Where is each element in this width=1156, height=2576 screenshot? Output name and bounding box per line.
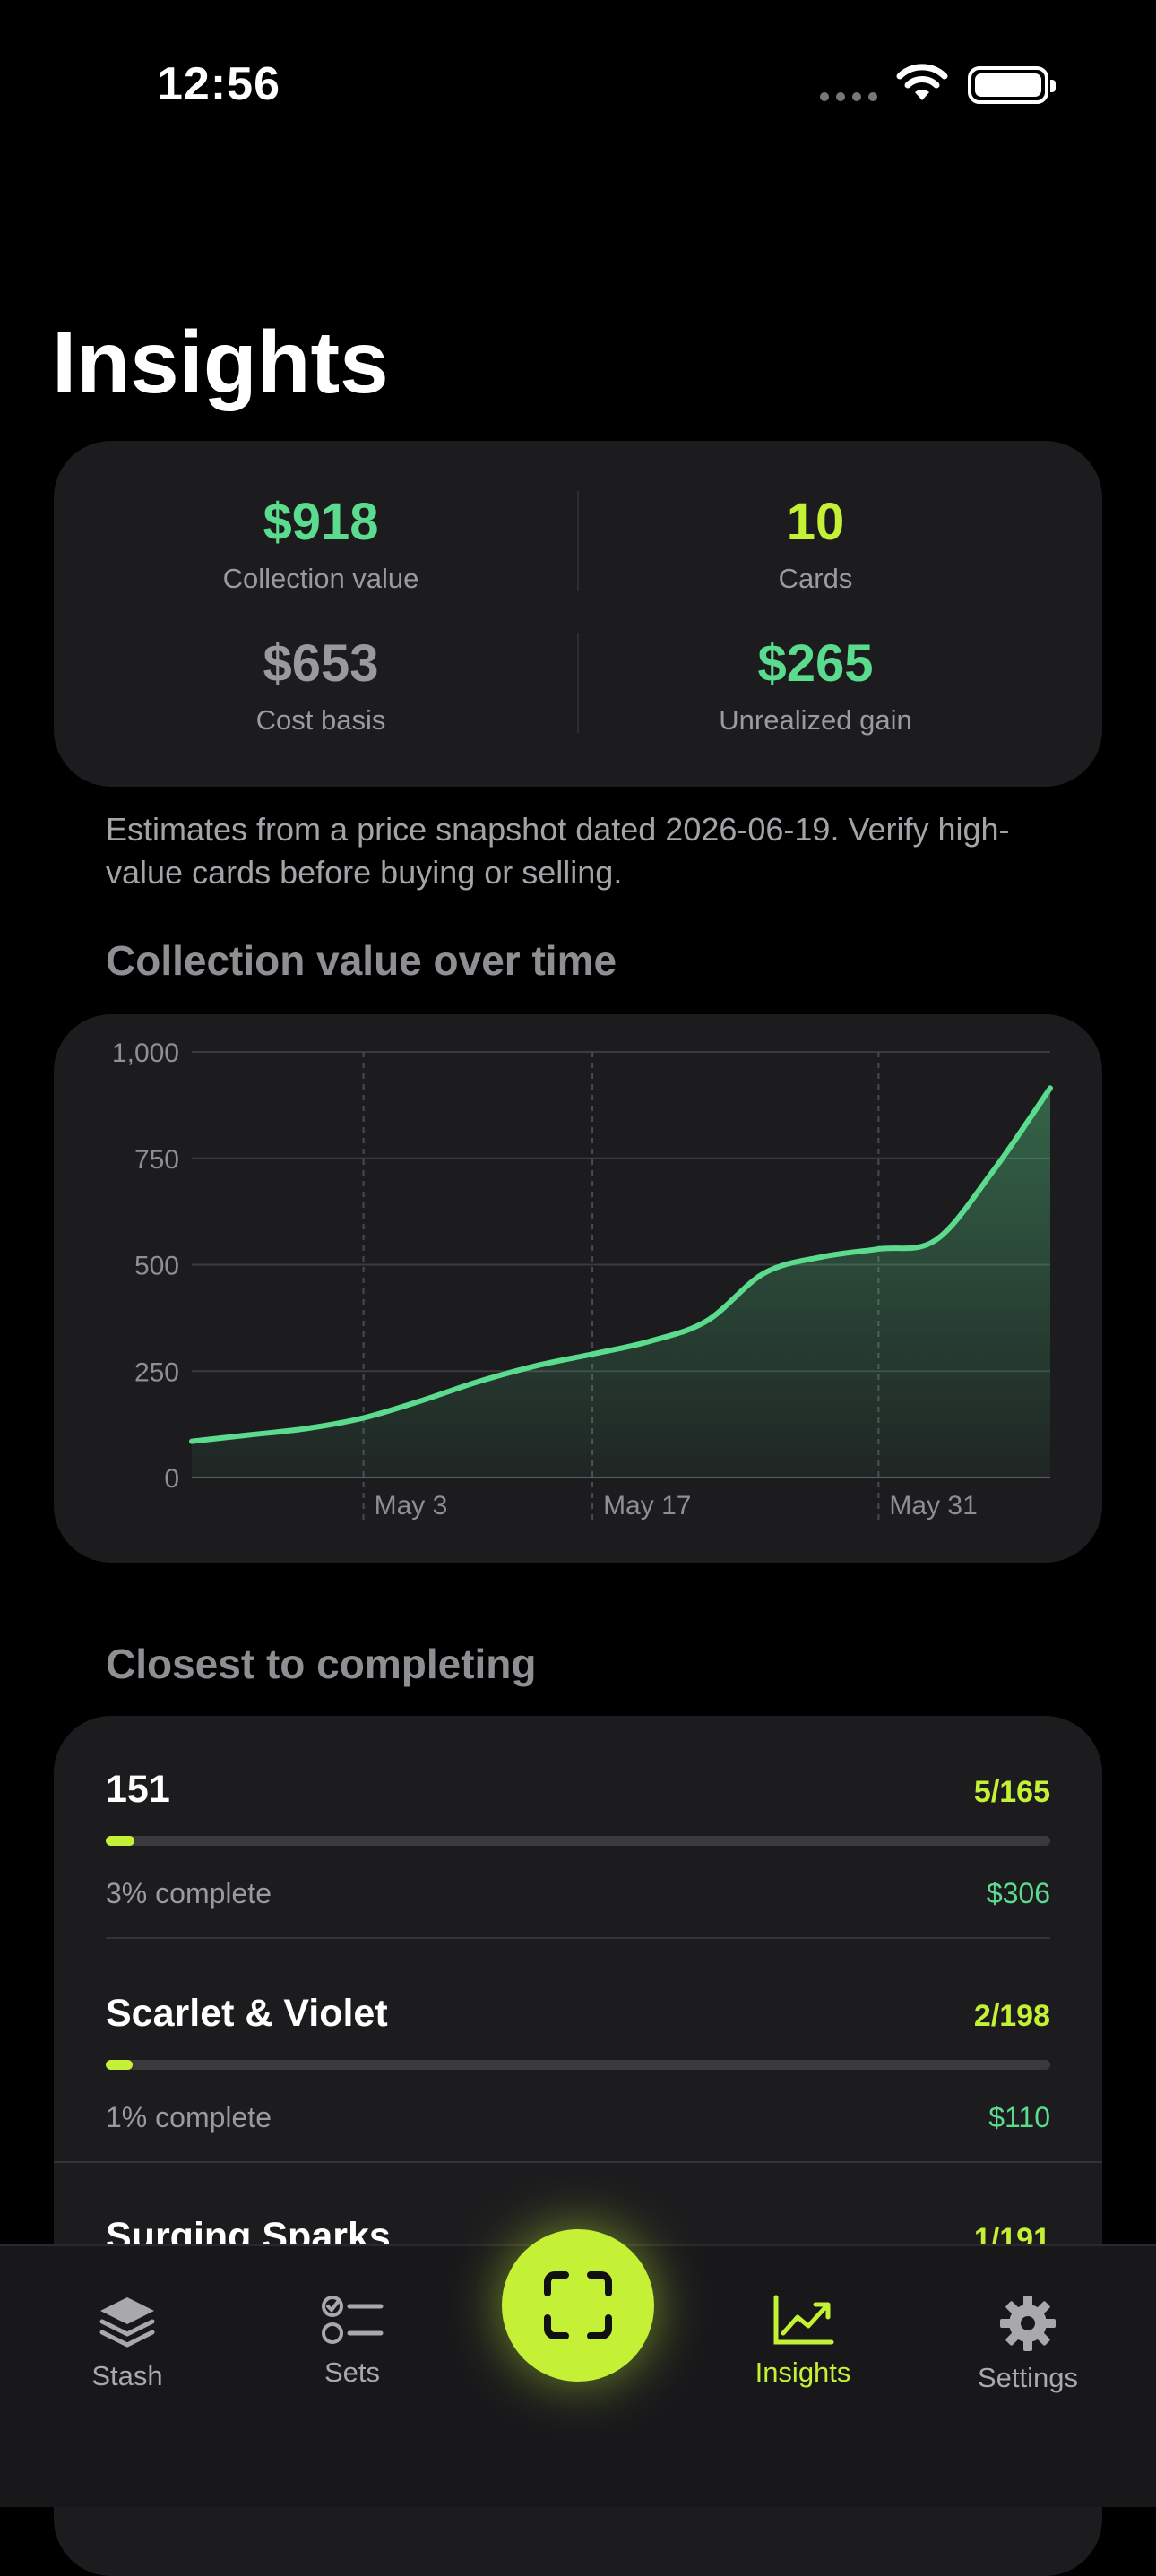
tab-label: Sets [324,2356,381,2388]
cards-count: 10 [786,493,845,551]
scan-button[interactable] [502,2229,654,2382]
disclaimer: Estimates from a price snapshot dated 20… [106,811,1010,891]
set-percent: 3% complete [106,1877,272,1909]
unrealized-gain-label: Unrealized gain [719,704,912,736]
series-area [192,1088,1050,1478]
tab-insights[interactable]: Insights [713,2294,893,2389]
y-tick-label: 750 [134,1145,179,1175]
stat-unrealized-gain: $265 Unrealized gain [591,638,1040,737]
cost-basis-label: Cost basis [255,704,386,736]
tab-label: Stash [91,2360,163,2391]
tab-settings[interactable]: Settings [938,2294,1117,2394]
set-name: Scarlet & Violet [106,1992,388,2035]
chart-card: 1,000 750 500 250 0 May 3 May 17 May 31 [54,1014,1102,1563]
set-name: 151 [106,1768,170,1811]
cards-label: Cards [778,563,853,594]
signal-icon [820,92,877,101]
page-title: Insights [52,313,389,411]
chart-section-title: Collection value over time [106,937,617,984]
set-percent: 1% complete [106,2101,272,2133]
divider [577,633,579,733]
gear-icon [1000,2296,1056,2351]
set-progress-fill [106,2060,133,2070]
checklist-icon [322,2296,384,2344]
tab-label: Settings [977,2362,1078,2393]
y-tick-label: 0 [164,1464,179,1494]
set-value: $306 [986,1877,1050,1909]
collection-value: $918 [263,493,379,551]
stats-card: $918 Collection value 10 Cards $653 Cost… [54,441,1102,787]
set-value: $110 [988,2101,1050,2133]
set-row-151[interactable]: 151 5/165 3% complete $306 [106,1768,1050,1929]
stat-cards: 10 Cards [591,496,1040,595]
tab-sets[interactable]: Sets [263,2294,442,2389]
set-count: 2/198 [973,1999,1050,2033]
unrealized-gain: $265 [757,634,874,693]
value-chart: 1,000 750 500 250 0 May 3 May 17 May 31 [112,1038,1053,1521]
stat-cost-basis: $653 Cost basis [97,638,545,737]
set-row-scarlet-violet[interactable]: Scarlet & Violet 2/198 1% complete $110 [106,1992,1050,2153]
x-tick-label: May 3 [375,1491,448,1521]
completion-section-title: Closest to completing [106,1641,537,1687]
x-tick-label: May 31 [889,1491,977,1521]
tab-label: Insights [755,2356,851,2388]
collection-value-label: Collection value [222,563,419,594]
y-tick-label: 1,000 [112,1038,179,1068]
set-progress-bar [106,2060,1050,2070]
battery-icon [968,66,1056,104]
set-progress-bar [106,1836,1050,1846]
x-tick-label: May 17 [603,1491,691,1521]
viewfinder-icon [544,2271,612,2339]
status-time: 12:56 [157,58,280,110]
set-progress-fill [106,1836,134,1846]
stat-collection-value: $918 Collection value [97,496,545,595]
divider [54,2161,1102,2163]
y-tick-label: 500 [134,1252,179,1281]
tab-stash[interactable]: Stash [38,2294,217,2392]
cost-basis: $653 [263,634,379,693]
divider [106,1937,1050,1939]
chart-icon [773,2295,834,2345]
divider [577,491,579,591]
wifi-icon [896,64,948,100]
y-tick-label: 250 [134,1357,179,1387]
stack-icon [99,2297,155,2348]
set-count: 5/165 [973,1775,1050,1809]
